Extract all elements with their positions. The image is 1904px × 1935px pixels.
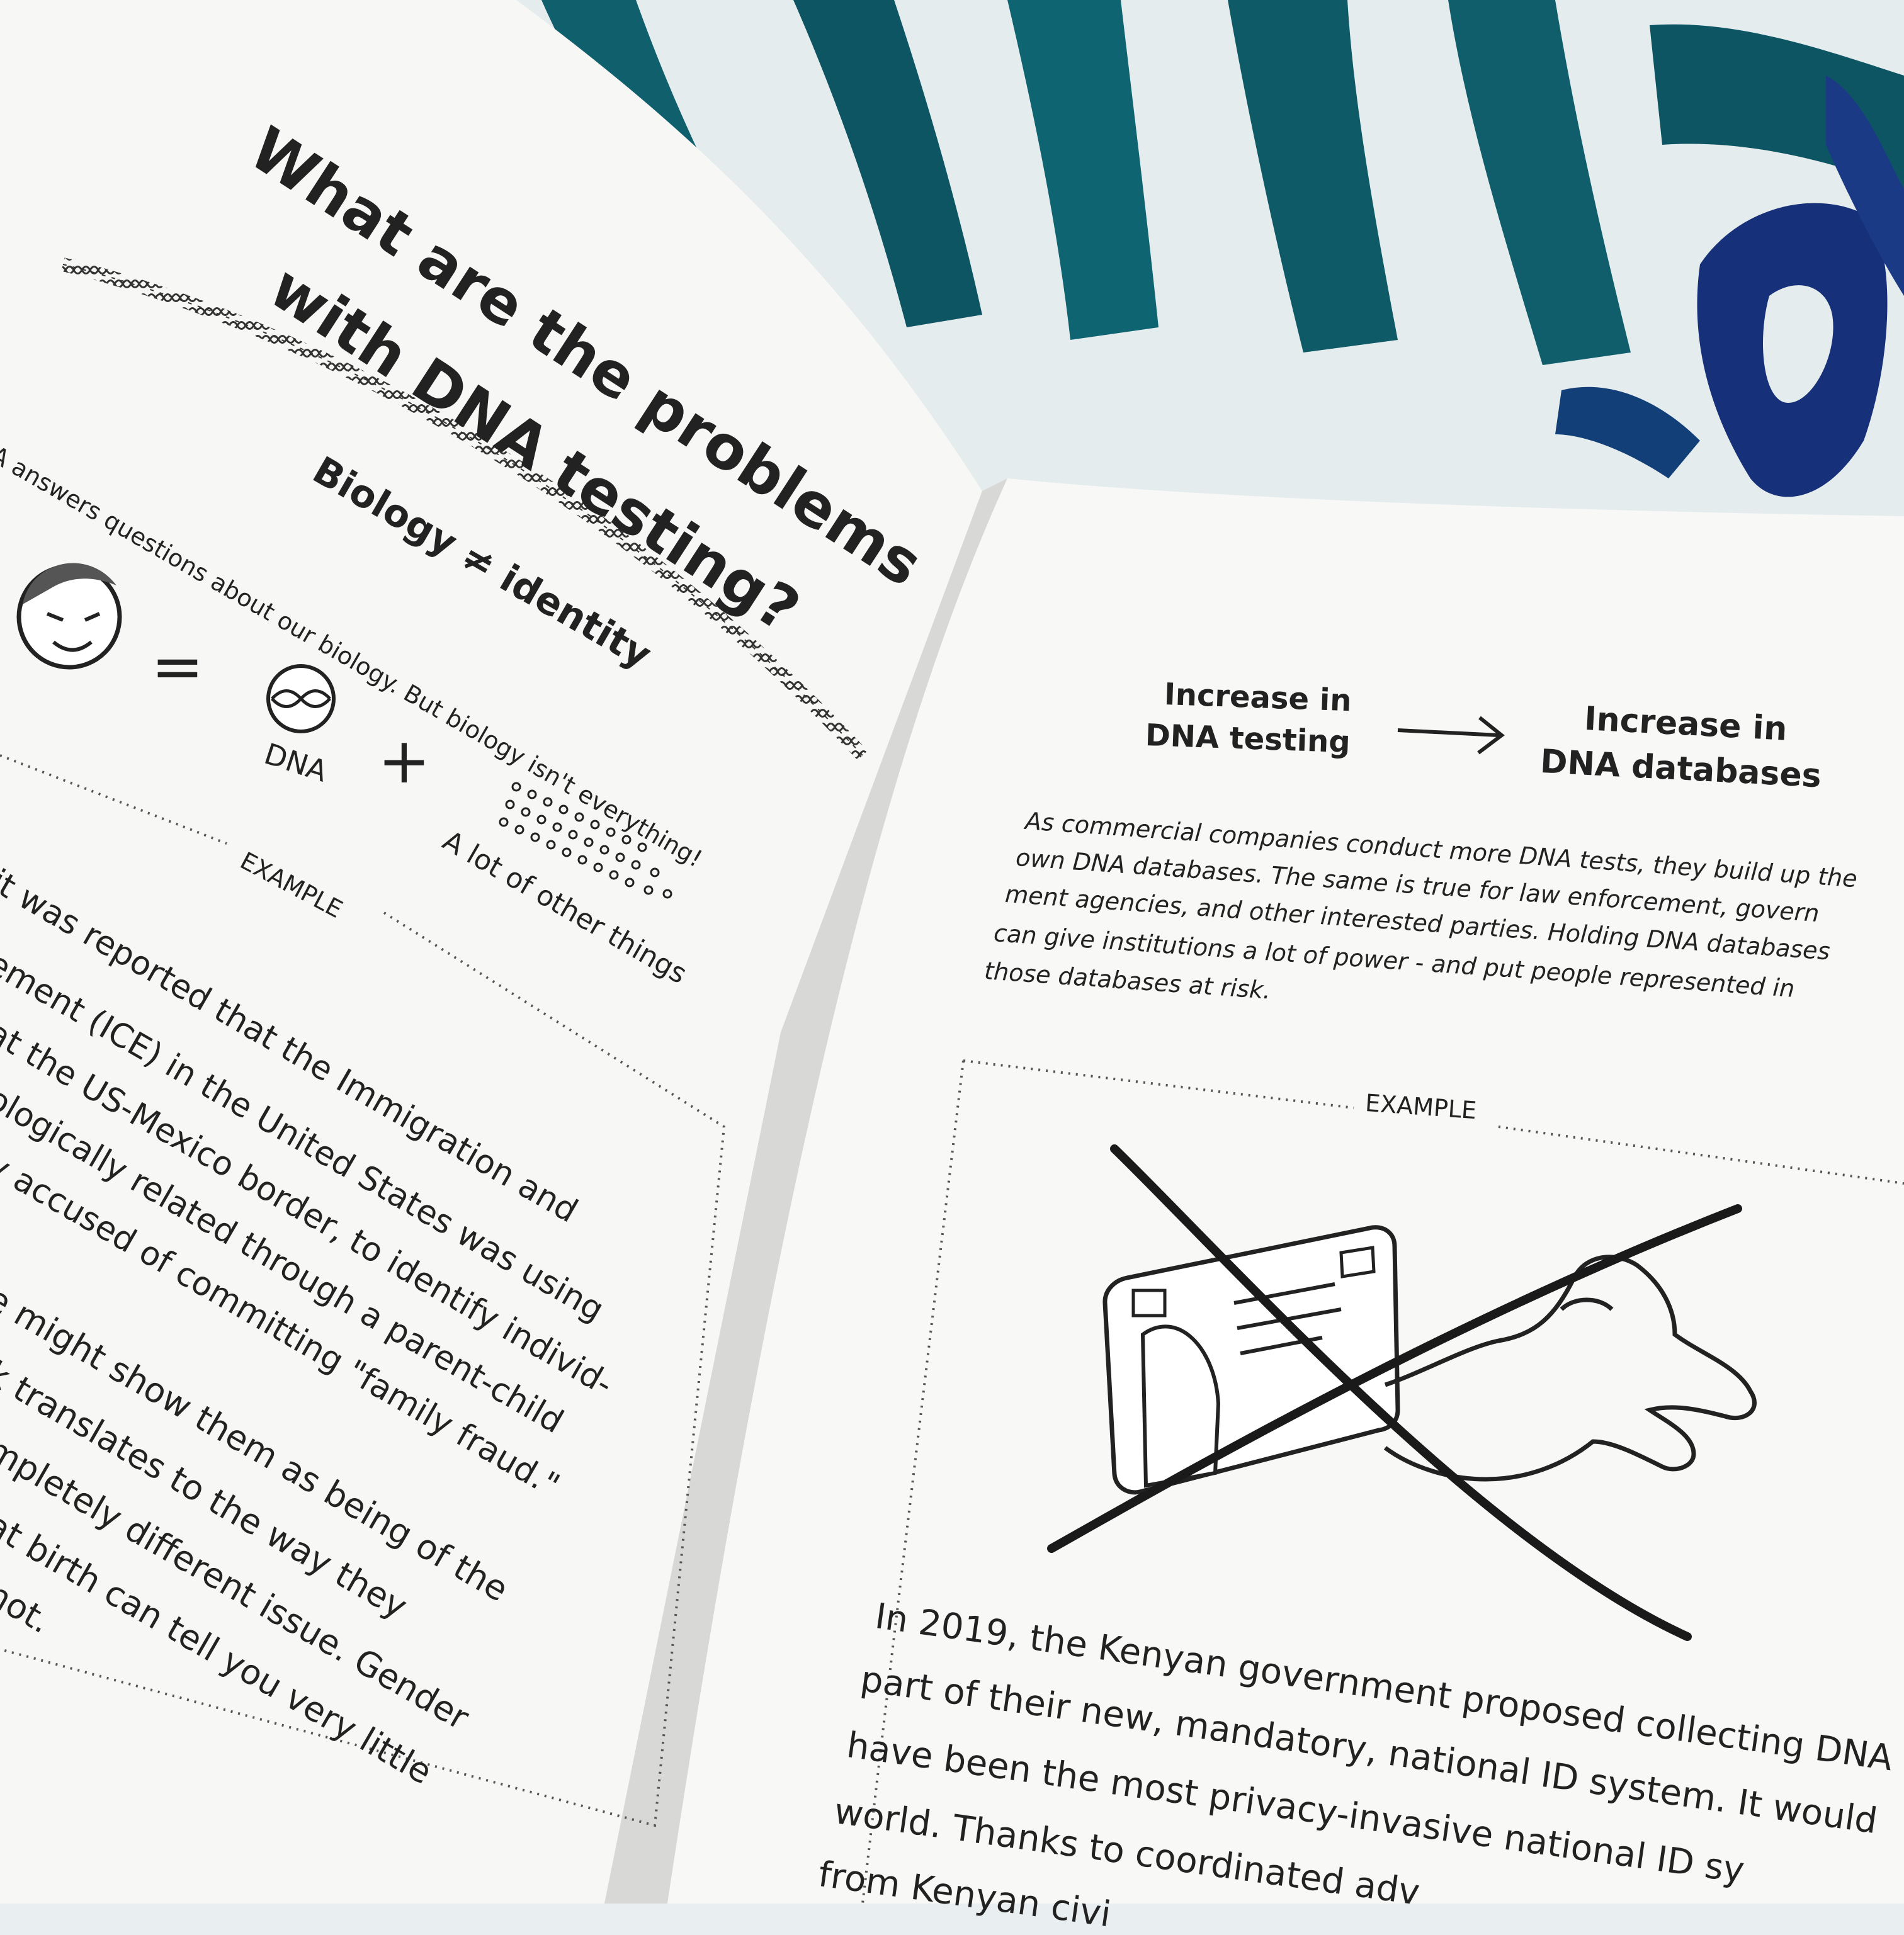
face-icon xyxy=(16,563,122,670)
flow-left-line1: Increase in xyxy=(1164,677,1352,719)
equation-plus: + xyxy=(378,724,431,798)
dna-circle-icon xyxy=(266,664,336,733)
equation-equals: = xyxy=(151,629,204,703)
flow-left-line2: DNA testing xyxy=(1145,718,1351,760)
